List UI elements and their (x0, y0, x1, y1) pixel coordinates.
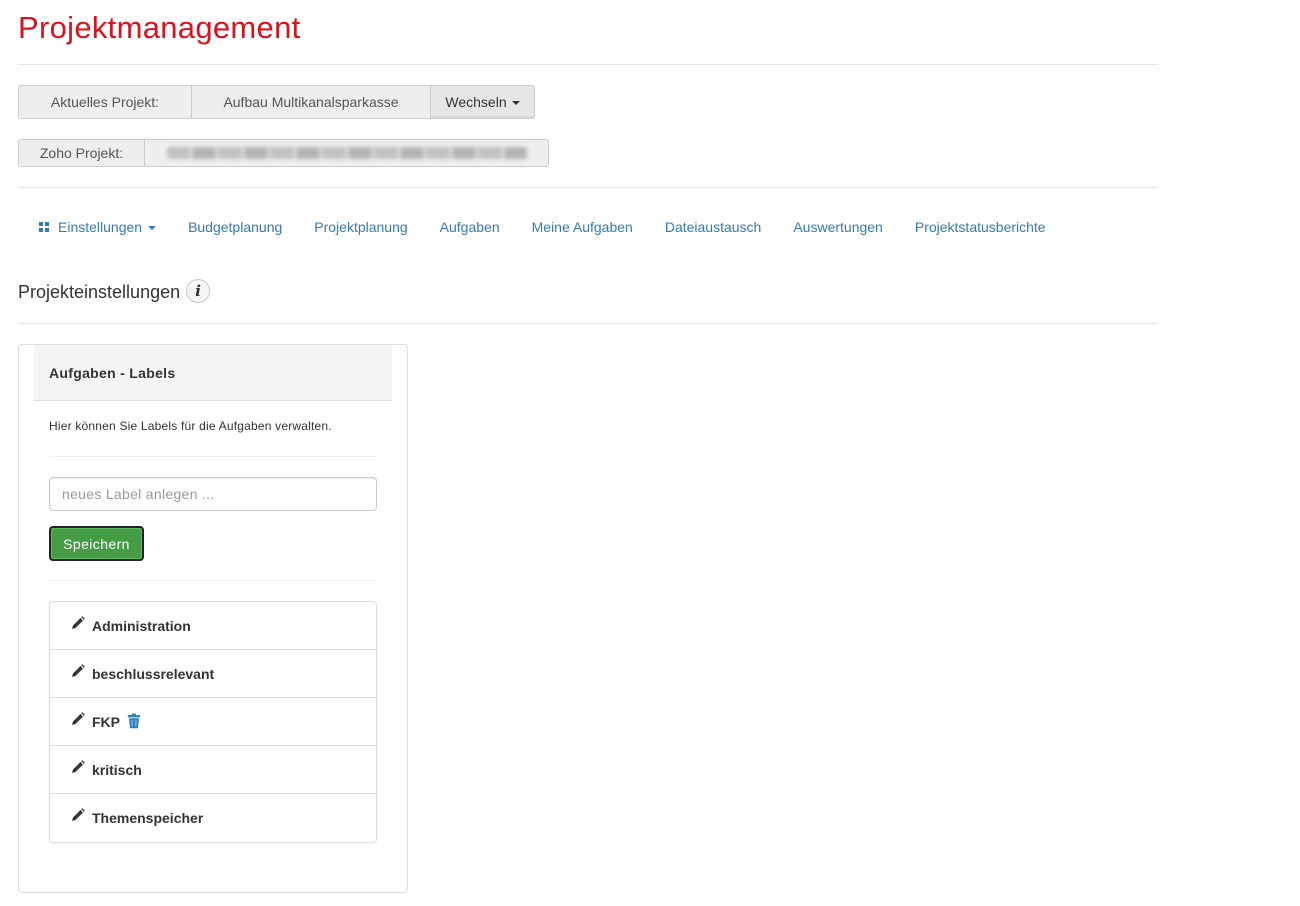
main-nav: Einstellungen Budgetplanung Projektplanu… (18, 215, 1078, 239)
labels-panel: Aufgaben - Labels Hier können Sie Labels… (18, 344, 408, 893)
label-name: FKP (92, 713, 120, 730)
pencil-icon[interactable] (70, 711, 86, 727)
pencil-icon[interactable] (70, 615, 86, 631)
zoho-project-label: Zoho Projekt: (18, 139, 145, 167)
nav-item-budgetplanung[interactable]: Budgetplanung (188, 219, 282, 235)
label-list: Administration beschlussrelevant FKP kri… (49, 601, 377, 843)
caret-down-icon (148, 226, 157, 230)
panel-heading: Aufgaben - Labels (34, 345, 392, 401)
info-icon[interactable]: i (186, 278, 211, 303)
pencil-icon[interactable] (70, 759, 86, 775)
switch-project-button[interactable]: Wechseln (431, 85, 535, 119)
trash-icon[interactable] (127, 713, 141, 729)
label-name: kritisch (92, 761, 142, 778)
nav-item-auswertungen[interactable]: Auswertungen (793, 219, 883, 235)
divider (18, 64, 1158, 65)
list-item: Administration (50, 602, 376, 650)
list-item: beschlussrelevant (50, 650, 376, 698)
redacted-text (166, 147, 527, 159)
nav-item-projektstatusberichte[interactable]: Projektstatusberichte (915, 219, 1046, 235)
nav-item-einstellungen[interactable]: Einstellungen (39, 219, 157, 235)
save-button[interactable]: Speichern (49, 526, 144, 561)
pencil-icon[interactable] (70, 663, 86, 679)
page-title: Projektmanagement (18, 10, 301, 45)
panel-description: Hier können Sie Labels für die Aufgaben … (49, 419, 332, 433)
new-label-input[interactable] (49, 477, 377, 511)
divider (49, 456, 377, 457)
current-project-label: Aktuelles Projekt: (18, 85, 192, 119)
caret-down-icon (511, 101, 520, 105)
label-name: Administration (92, 617, 191, 634)
zoho-project-value (145, 139, 549, 167)
divider (18, 187, 1158, 188)
current-project-value: Aufbau Multikanalsparkasse (192, 85, 431, 119)
nav-item-projektplanung[interactable]: Projektplanung (314, 219, 407, 235)
divider (18, 323, 1158, 324)
list-item: Themenspeicher (50, 794, 376, 842)
switch-project-label: Wechseln (445, 94, 507, 110)
list-item: kritisch (50, 746, 376, 794)
grid-icon (39, 222, 49, 232)
section-title: Projekteinstellungen i (18, 278, 211, 303)
nav-item-dateiaustausch[interactable]: Dateiaustausch (665, 219, 762, 235)
nav-item-label: Einstellungen (58, 219, 143, 235)
label-name: Themenspeicher (92, 810, 204, 826)
nav-item-meine-aufgaben[interactable]: Meine Aufgaben (532, 219, 633, 235)
current-project-bar: Aktuelles Projekt: Aufbau Multikanalspar… (18, 85, 535, 119)
pencil-icon[interactable] (70, 807, 86, 823)
list-item: FKP (50, 698, 376, 746)
section-title-text: Projekteinstellungen (18, 282, 181, 302)
nav-item-aufgaben[interactable]: Aufgaben (440, 219, 500, 235)
divider (49, 580, 377, 581)
zoho-project-bar: Zoho Projekt: (18, 139, 549, 167)
label-name: beschlussrelevant (92, 665, 215, 682)
